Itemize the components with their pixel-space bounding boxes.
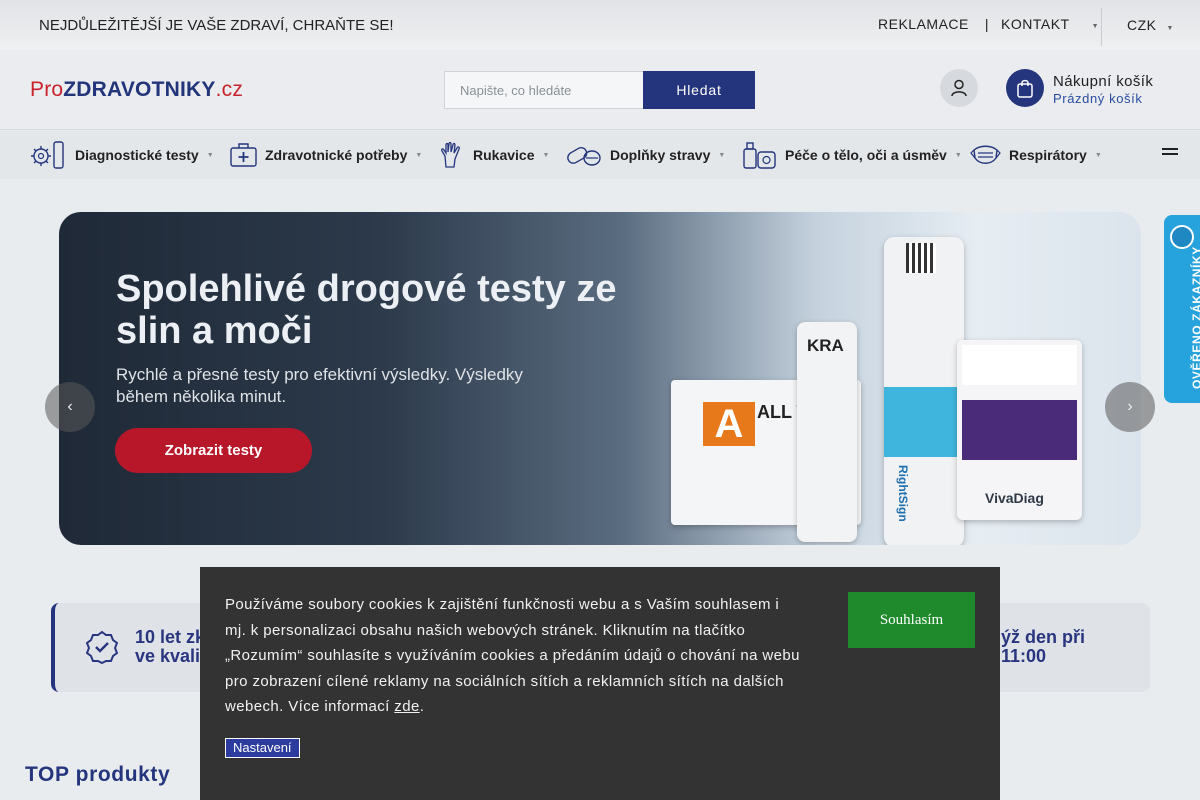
nav-item-respirators[interactable]: Respirátory ▼ xyxy=(970,139,1102,171)
benefit-line: ýž den při xyxy=(1001,627,1086,647)
verified-customers-badge[interactable]: OVĚŘENO ZÁKAZNÍKY xyxy=(1164,215,1200,403)
badge-check-icon xyxy=(85,630,119,664)
user-icon xyxy=(951,79,967,97)
benefit-shipping: ýž den při 11:00 xyxy=(1001,628,1085,666)
chevron-down-icon[interactable]: ▼ xyxy=(1092,23,1099,30)
chevron-right-icon: › xyxy=(1127,398,1133,415)
cookie-text: Používáme soubory cookies k zajištění fu… xyxy=(225,592,800,720)
hero-banner[interactable]: Spolehlivé drogové testy ze slin a moči … xyxy=(59,212,1141,545)
cookie-more-info-link[interactable]: zde xyxy=(394,698,419,715)
pills-icon xyxy=(567,146,601,166)
nav-label: Zdravotnické potřeby xyxy=(265,147,408,163)
verified-badge-label: OVĚŘENO ZÁKAZNÍKY xyxy=(1190,246,1200,389)
cookie-settings-button[interactable]: Nastavení xyxy=(225,738,300,758)
chevron-down-icon: ▼ xyxy=(718,151,726,159)
cart-button[interactable] xyxy=(1006,69,1044,107)
chevron-down-icon: ▼ xyxy=(954,151,962,159)
top-slogan: NEJDŮLEŽITĚJŠÍ JE VAŠE ZDRAVÍ, CHRAŇTE S… xyxy=(39,17,394,34)
first-aid-kit-icon xyxy=(230,143,257,167)
logo-pro: Pro xyxy=(30,78,64,101)
cookie-consent-panel: Používáme soubory cookies k zajištění fu… xyxy=(200,567,1000,800)
chevron-left-icon: ‹ xyxy=(67,398,73,415)
link-reklamace[interactable]: REKLAMACE xyxy=(878,16,969,32)
nav-item-diagnostic-tests[interactable]: Diagnostické testy ▼ xyxy=(30,139,214,171)
hero-subtitle: Rychlé a přesné testy pro efektivní výsl… xyxy=(116,365,523,406)
cart-status[interactable]: Prázdný košík xyxy=(1053,91,1142,106)
product-card-strip xyxy=(962,400,1077,460)
link-separator: | xyxy=(984,16,989,32)
product-card-top xyxy=(962,345,1077,385)
logo-tld: .cz xyxy=(215,78,244,101)
link-kontakt[interactable]: KONTAKT xyxy=(1001,16,1070,32)
nav-label: Péče o tělo, oči a úsměv xyxy=(785,147,947,163)
currency-label: CZK xyxy=(1127,17,1157,33)
top-links: REKLAMACE | KONTAKT ▼ xyxy=(878,16,1099,32)
nav-item-gloves[interactable]: Rukavice ▼ xyxy=(440,139,549,171)
product-saliva-test: RightSign xyxy=(884,237,964,545)
benefit-line: 11:00 xyxy=(1001,646,1047,666)
nav-item-medical-supplies[interactable]: Zdravotnické potřeby ▼ xyxy=(230,139,422,171)
product-saliva-collector xyxy=(884,387,964,457)
hero-title: Spolehlivé drogové testy ze slin a moči xyxy=(116,268,617,352)
header: ProZDRAVOTNIKY.cz Hledat Nákupní košík P… xyxy=(0,50,1200,130)
product-box-letter: A xyxy=(703,402,755,446)
chevron-down-icon: ▼ xyxy=(1094,151,1102,159)
nav-label: Rukavice xyxy=(473,147,535,163)
chevron-down-icon: ▼ xyxy=(206,151,214,159)
cookie-text-suffix: . xyxy=(419,698,425,715)
nav-label: Diagnostické testy xyxy=(75,147,199,163)
glove-icon xyxy=(441,142,460,168)
logo-main: ZDRAVOTNIKY xyxy=(63,78,216,101)
virus-test-icon xyxy=(31,141,64,169)
top-bar: NEJDŮLEŽITĚJŠÍ JE VAŠE ZDRAVÍ, CHRAŇTE S… xyxy=(0,0,1200,50)
chevron-down-icon: ▼ xyxy=(415,151,423,159)
cart-title[interactable]: Nákupní košík xyxy=(1053,73,1153,90)
search-input[interactable] xyxy=(444,71,643,109)
cookie-accept-button[interactable]: Souhlasím xyxy=(848,592,975,648)
user-account-button[interactable] xyxy=(940,69,978,107)
cosmetics-icon xyxy=(743,142,776,169)
product-cassette: KRA xyxy=(797,322,857,542)
nav-item-body-care[interactable]: Péče o tělo, oči a úsměv ▼ xyxy=(743,139,962,171)
product-card-brand: VivaDiag xyxy=(985,490,1044,506)
nav-label: Doplňky stravy xyxy=(610,147,711,163)
product-cassette-label: KRA xyxy=(807,336,844,355)
divider xyxy=(1101,8,1102,46)
chevron-down-icon: ▼ xyxy=(542,151,550,159)
qr-code-icon xyxy=(906,243,936,273)
search-form: Hledat xyxy=(444,71,755,109)
nav-item-supplements[interactable]: Doplňky stravy ▼ xyxy=(566,139,725,171)
site-logo[interactable]: ProZDRAVOTNIKY.cz xyxy=(30,78,243,102)
shopping-bag-icon xyxy=(1017,79,1033,98)
carousel-prev-button[interactable]: ‹ xyxy=(45,382,95,432)
mask-icon xyxy=(970,145,1001,164)
product-multi-panel: VivaDiag xyxy=(957,340,1082,520)
carousel-next-button[interactable]: › xyxy=(1105,382,1155,432)
product-cup-brand: RightSign xyxy=(896,465,910,522)
category-nav: Diagnostické testy ▼ Zdravotnické potřeby… xyxy=(0,131,1200,179)
chevron-down-icon: ▼ xyxy=(1166,25,1174,32)
section-title-top-products: TOP produkty xyxy=(25,763,171,786)
search-button[interactable]: Hledat xyxy=(643,71,755,109)
cookie-message: Používáme soubory cookies k zajištění fu… xyxy=(225,596,800,715)
hero-cta-button[interactable]: Zobrazit testy xyxy=(115,428,312,473)
nav-label: Respirátory xyxy=(1009,147,1087,163)
currency-selector[interactable]: CZK ▼ xyxy=(1127,17,1174,33)
menu-icon[interactable] xyxy=(1162,148,1178,158)
